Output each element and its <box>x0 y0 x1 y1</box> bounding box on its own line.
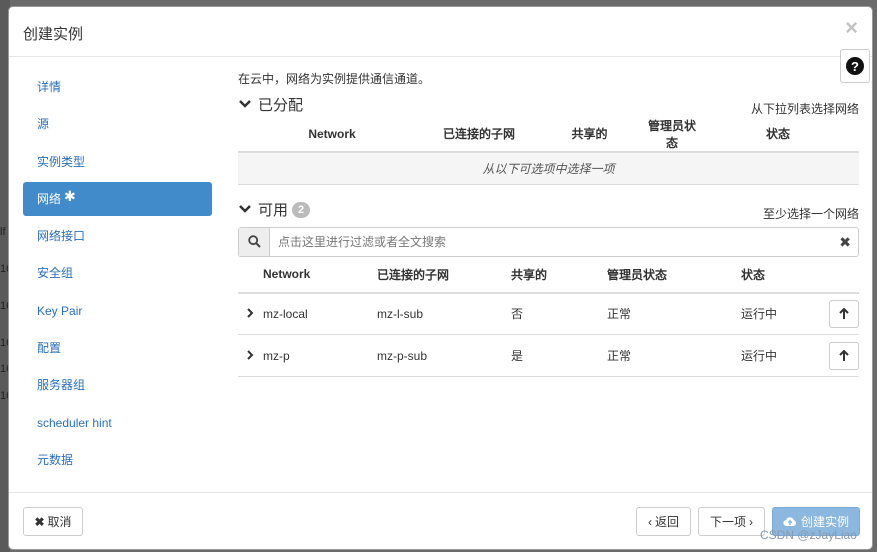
cancel-label: 取消 <box>47 515 72 529</box>
allocate-button[interactable] <box>829 341 859 370</box>
launch-instance-dialog: 创建实例 × ? 详情 源 实例类型 网络 ✱ 网络接口 安全组 Key Pair… <box>8 6 873 550</box>
column-header-network[interactable]: Network <box>238 116 426 153</box>
allocated-section-header[interactable]: 已分配 从下拉列表选择网络 <box>238 94 859 116</box>
step-flavor[interactable]: 实例类型 <box>23 145 212 179</box>
modal-footer: ✖ 取消 ‹ 返回 下一项 › 创建实例 <box>9 492 872 549</box>
clear-search-icon[interactable]: ✖ <box>839 234 851 251</box>
search-icon <box>247 235 261 248</box>
expand-cell[interactable] <box>238 334 263 377</box>
chevron-down-icon[interactable] <box>238 97 252 111</box>
subnet-name: mz-p-sub <box>377 334 511 377</box>
allocated-table: Network 已连接的子网 共享的 管理员状态 状态 从以下可选项中选择一项 <box>238 116 859 185</box>
background-text: lf <box>0 226 6 238</box>
status-value: 运行中 <box>741 334 819 377</box>
column-header-status[interactable]: 状态 <box>697 116 859 153</box>
arrow-up-icon <box>839 307 849 319</box>
table-header-row: Network 已连接的子网 共享的 管理员状态 状态 <box>238 256 859 294</box>
available-table: Network 已连接的子网 共享的 管理员状态 状态 mz-local mz-… <box>238 256 859 377</box>
allocated-hint: 从下拉列表选择网络 <box>750 102 859 116</box>
shared-value: 否 <box>511 292 607 335</box>
expand-cell[interactable] <box>238 292 263 335</box>
modal-title: 创建实例 <box>23 26 84 43</box>
step-network-ports[interactable]: 网络接口 <box>23 219 212 253</box>
cancel-button[interactable]: ✖ 取消 <box>23 507 83 536</box>
chevron-left-icon: ‹ <box>647 514 652 529</box>
step-details[interactable]: 详情 <box>23 70 212 104</box>
table-header-row: Network 已连接的子网 共享的 管理员状态 状态 <box>238 116 859 153</box>
watermark: CSDN @zJayLiao <box>760 528 857 542</box>
chevron-right-icon[interactable] <box>245 308 255 318</box>
column-header-admin-state[interactable]: 管理员状态 <box>647 116 697 153</box>
action-cell <box>819 292 859 335</box>
step-scheduler-hints[interactable]: scheduler hint <box>23 406 212 440</box>
step-label: 网络接口 <box>37 229 86 244</box>
available-hint: 至少选择一个网络 <box>762 206 859 221</box>
allocate-button[interactable] <box>829 299 859 328</box>
column-header-network[interactable]: Network <box>263 256 377 294</box>
column-header-subnets[interactable]: 已连接的子网 <box>426 116 532 153</box>
status-value: 运行中 <box>741 292 819 335</box>
column-header-shared[interactable]: 共享的 <box>511 256 607 294</box>
step-label: 详情 <box>37 80 62 94</box>
chevron-right-icon[interactable] <box>245 349 255 360</box>
column-header-actions <box>819 256 859 294</box>
step-label: 配置 <box>37 341 62 356</box>
available-title-text: 可用 <box>258 201 289 219</box>
chevron-right-icon: › <box>749 514 753 529</box>
back-button[interactable]: ‹ 返回 <box>636 507 691 536</box>
column-header-status[interactable]: 状态 <box>741 256 819 294</box>
cloud-upload-icon <box>783 517 796 527</box>
step-label: 源 <box>37 117 50 132</box>
step-metadata[interactable]: 元数据 <box>23 443 212 477</box>
allocated-title: 已分配 <box>258 97 304 114</box>
column-header-admin-state[interactable]: 管理员状态 <box>607 256 741 294</box>
networks-panel: 在云中，网络为实例提供通信通道。 已分配 从下拉列表选择网络 Network 已… <box>238 70 859 377</box>
available-count-badge: 2 <box>292 201 311 218</box>
network-name: mz-local <box>263 292 377 335</box>
table-row: mz-p mz-p-sub 是 正常 运行中 <box>238 334 859 377</box>
step-label: 服务器组 <box>37 378 86 393</box>
empty-row: 从以下可选项中选择一项 <box>238 152 859 185</box>
step-label: 安全组 <box>37 266 74 281</box>
search-bar: ✖ <box>238 226 859 257</box>
empty-placeholder: 从以下可选项中选择一项 <box>238 152 859 185</box>
modal-header: 创建实例 × <box>9 7 872 57</box>
column-header-subnets[interactable]: 已连接的子网 <box>377 256 511 294</box>
step-networks[interactable]: 网络 ✱ <box>23 181 212 216</box>
close-icon[interactable]: × <box>845 17 858 39</box>
step-security-groups[interactable]: 安全组 <box>23 256 212 290</box>
required-asterisk-icon: ✱ <box>64 187 76 204</box>
step-server-groups[interactable]: 服务器组 <box>23 368 212 402</box>
available-section-header[interactable]: 可用 2 至少选择一个网络 <box>238 199 859 221</box>
shared-value: 是 <box>511 334 607 377</box>
step-label: scheduler hint <box>37 415 112 430</box>
action-cell <box>819 334 859 377</box>
intro-text: 在云中，网络为实例提供通信通道。 <box>238 72 431 86</box>
column-header-expand <box>238 256 263 294</box>
chevron-down-icon[interactable] <box>238 202 252 216</box>
step-label: Key Pair <box>37 303 83 318</box>
column-header-shared[interactable]: 共享的 <box>532 116 647 153</box>
subnet-name: mz-l-sub <box>377 292 511 335</box>
step-configuration[interactable]: 配置 <box>23 331 212 365</box>
step-key-pair[interactable]: Key Pair <box>23 294 212 328</box>
next-label: 下一项 <box>709 515 746 529</box>
admin-state-value: 正常 <box>607 292 741 335</box>
table-row: mz-local mz-l-sub 否 正常 运行中 <box>238 292 859 335</box>
wizard-steps-nav: 详情 源 实例类型 网络 ✱ 网络接口 安全组 Key Pair 配置 服务器组 … <box>23 70 212 480</box>
step-label: 网络 <box>37 191 62 206</box>
back-label: 返回 <box>654 515 679 529</box>
network-name: mz-p <box>263 334 377 377</box>
step-source[interactable]: 源 <box>23 107 212 141</box>
step-label: 实例类型 <box>37 154 86 169</box>
step-label: 元数据 <box>37 452 74 467</box>
admin-state-value: 正常 <box>607 334 741 377</box>
available-title: 可用 2 <box>258 199 311 220</box>
arrow-up-icon <box>839 349 849 361</box>
close-icon: ✖ <box>34 514 45 529</box>
search-input[interactable] <box>270 228 858 255</box>
next-button[interactable]: 下一项 › <box>698 507 765 536</box>
search-addon <box>239 227 270 256</box>
